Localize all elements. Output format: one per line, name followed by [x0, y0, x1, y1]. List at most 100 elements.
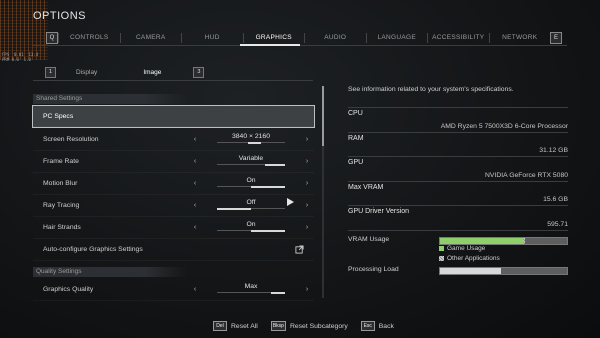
value-selector: ‹ On ›: [191, 173, 311, 194]
left-arrow-icon[interactable]: ‹: [191, 136, 199, 143]
spec-gpu-driver: GPU Driver Version 595.71: [348, 205, 568, 231]
vram-game-fill: [440, 238, 523, 244]
perf-overlay-text: FPS 0.01 13.4 PRM 0.0 1.0: [2, 52, 39, 62]
back-label: Back: [378, 322, 394, 330]
other-apps-swatch: [439, 256, 444, 261]
section-quality-settings: Quality Settings: [33, 267, 314, 277]
value-text: Max: [244, 283, 258, 290]
scrollbar-thumb[interactable]: [322, 86, 324, 146]
back-button[interactable]: Esc Back: [360, 321, 394, 331]
row-auto-configure[interactable]: Auto-configure Graphics Settings: [33, 239, 314, 261]
left-arrow-icon[interactable]: ‹: [191, 158, 199, 165]
option-bar: [217, 207, 285, 210]
legend-game-label: Game Usage: [447, 245, 486, 252]
right-arrow-icon[interactable]: ›: [303, 180, 311, 187]
left-arrow-icon[interactable]: ‹: [191, 180, 199, 187]
row-motion-blur[interactable]: Motion Blur ‹ On ›: [33, 173, 314, 195]
legend-other: Other Applications: [439, 255, 500, 262]
right-arrow-icon[interactable]: ›: [303, 158, 311, 165]
option-bar: [217, 163, 285, 166]
value-text: On: [246, 221, 256, 228]
processing-load-row: Processing Load: [348, 266, 568, 276]
tab-network[interactable]: NETWORK: [488, 33, 551, 43]
reset-all-label: Reset All: [231, 322, 258, 330]
usage-meters: VRAM Usage Game Usage Other Applications…: [348, 236, 568, 275]
row-graphics-quality[interactable]: Graphics Quality ‹ Max ›: [33, 279, 314, 301]
settings-list: Shared Settings PC Specs Screen Resoluti…: [32, 94, 315, 301]
spec-value: 31.12 GB: [539, 147, 568, 154]
active-tab-indicator: [240, 44, 300, 46]
spec-key: RAM: [348, 134, 364, 142]
spec-cpu: CPU AMD Ryzen 5 7500X3D 6-Core Processor: [348, 107, 568, 132]
spec-max-vram: Max VRAM 15.6 GB: [348, 180, 568, 206]
value-selector: ‹ 3840 × 2160 ›: [191, 129, 311, 150]
subtab-display[interactable]: Display: [76, 69, 97, 76]
tab-controls[interactable]: CONTROLS: [58, 33, 120, 43]
value-text: On: [246, 177, 256, 184]
vram-usage-label: VRAM Usage: [348, 236, 390, 243]
next-tab-key[interactable]: E: [550, 32, 562, 44]
spec-key: Max VRAM: [348, 183, 384, 191]
row-ray-tracing[interactable]: Ray Tracing ‹ Off ›: [33, 195, 314, 217]
spec-gpu: GPU NVIDIA GeForce RTX 5080: [348, 156, 568, 181]
right-arrow-icon[interactable]: ›: [303, 136, 311, 143]
game-usage-swatch: [439, 246, 444, 251]
subtab-image[interactable]: Image: [143, 69, 161, 76]
legend-game: Game Usage: [439, 245, 485, 252]
spec-value: NVIDIA GeForce RTX 5080: [485, 171, 568, 179]
reset-all-key: Del: [213, 321, 227, 331]
right-arrow-icon[interactable]: ›: [303, 202, 311, 209]
spec-key: CPU: [348, 110, 363, 117]
prev-subtab-key[interactable]: 1: [45, 66, 56, 78]
vram-usage-bar: [439, 237, 568, 245]
spec-value: 15.6 GB: [543, 196, 568, 203]
spec-ram: RAM 31.12 GB: [348, 131, 568, 157]
row-label: Auto-configure Graphics Settings: [43, 246, 143, 253]
legend-other-label: Other Applications: [447, 255, 500, 262]
row-pc-specs[interactable]: PC Specs: [32, 105, 315, 128]
spec-key: GPU Driver Version: [348, 208, 410, 215]
reset-all-button[interactable]: Del Reset All: [213, 321, 258, 331]
bottom-actions: Del Reset All Bksp Reset Subcategory Esc…: [213, 321, 407, 331]
row-hair-strands[interactable]: Hair Strands ‹ On ›: [33, 217, 314, 239]
reset-subcategory-button[interactable]: Bksp Reset Subcategory: [270, 321, 348, 331]
right-arrow-icon[interactable]: ›: [303, 224, 311, 231]
page-title: OPTIONS: [33, 10, 87, 22]
row-frame-rate[interactable]: Frame Rate ‹ Variable ›: [33, 151, 314, 173]
spec-value: 595.71: [547, 220, 568, 228]
pc-specs-panel: See information related to your system's…: [348, 84, 568, 231]
section-shared-settings: Shared Settings: [33, 94, 314, 104]
option-bar: [217, 291, 285, 294]
tab-audio[interactable]: AUDIO: [304, 33, 366, 43]
value-selector: ‹ On ›: [191, 217, 311, 238]
main-tabs: Q CONTROLS CAMERA HUD GRAPHICS AUDIO LAN…: [46, 30, 562, 46]
reset-subcategory-key: Bksp: [270, 321, 286, 331]
tab-hud[interactable]: HUD: [181, 33, 243, 43]
left-arrow-icon[interactable]: ‹: [191, 286, 199, 293]
value-text: 3840 × 2160: [232, 133, 270, 140]
processing-load-bar: [439, 267, 568, 275]
left-arrow-icon[interactable]: ‹: [191, 224, 199, 231]
left-arrow-icon[interactable]: ‹: [191, 202, 199, 209]
back-key: Esc: [360, 321, 375, 331]
processing-load-label: Processing Load: [348, 266, 399, 273]
perf-overlay: [0, 0, 48, 60]
next-subtab-key[interactable]: 3: [193, 66, 205, 78]
tab-camera[interactable]: CAMERA: [119, 33, 182, 43]
external-link-icon: [295, 245, 304, 254]
tab-graphics[interactable]: GRAPHICS: [242, 33, 305, 43]
mouse-cursor-icon: [287, 198, 294, 206]
value-text: Variable: [238, 155, 264, 162]
option-bar: [217, 185, 285, 188]
tab-accessibility[interactable]: ACCESSIBILITY: [427, 33, 489, 43]
specs-intro: See information related to your system's…: [348, 86, 514, 93]
row-screen-resolution[interactable]: Screen Resolution ‹ 3840 × 2160 ›: [33, 129, 314, 151]
value-selector: ‹ Max ›: [191, 279, 311, 300]
tab-language[interactable]: LANGUAGE: [365, 33, 428, 43]
spec-key: GPU: [348, 159, 364, 166]
right-arrow-icon[interactable]: ›: [303, 286, 311, 293]
vram-other-fill: [522, 238, 526, 244]
sub-tabs: 1 Display Image 3: [33, 66, 313, 78]
prev-tab-key[interactable]: Q: [46, 32, 58, 44]
option-bar: [217, 141, 285, 144]
